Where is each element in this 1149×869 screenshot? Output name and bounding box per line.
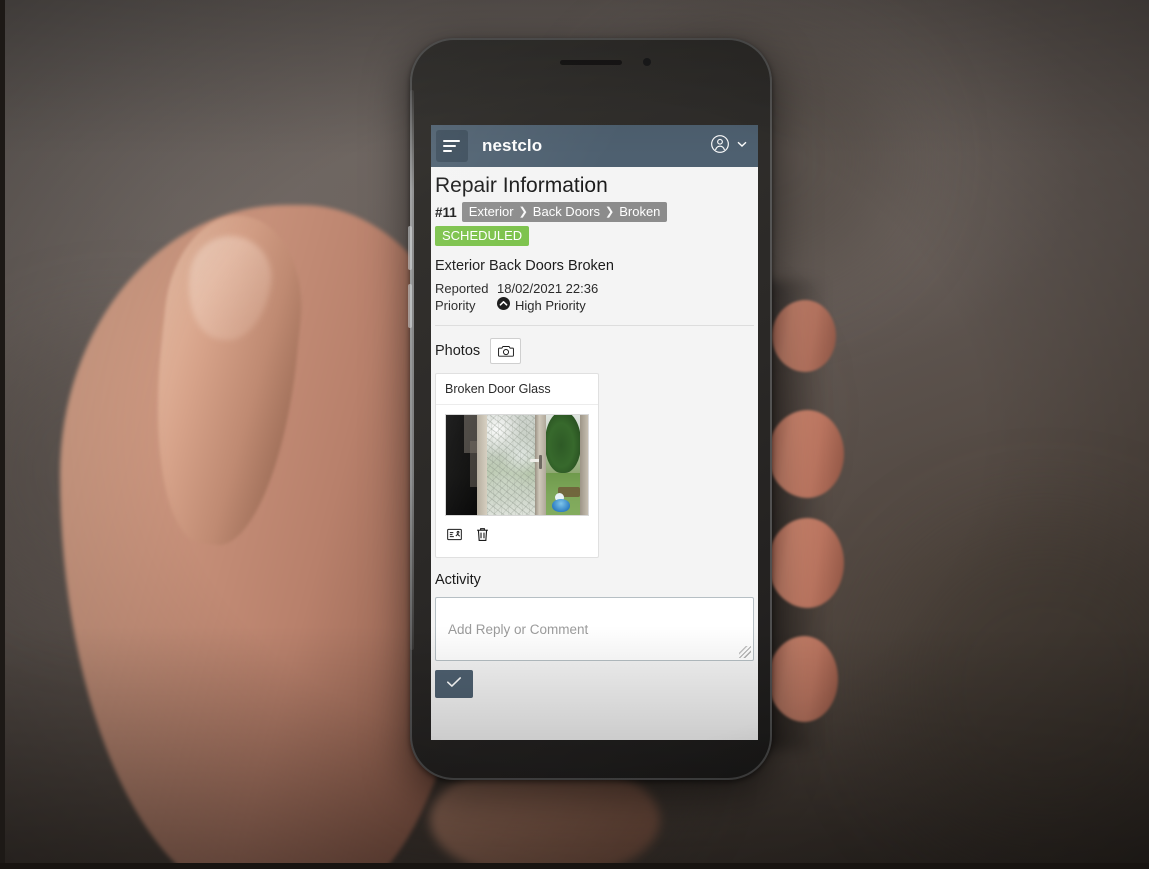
image-border-bottom (0, 863, 1149, 869)
image-border-left (0, 0, 5, 869)
photo-scene: nestclo (0, 0, 1149, 869)
scene-vignette (0, 0, 1149, 869)
